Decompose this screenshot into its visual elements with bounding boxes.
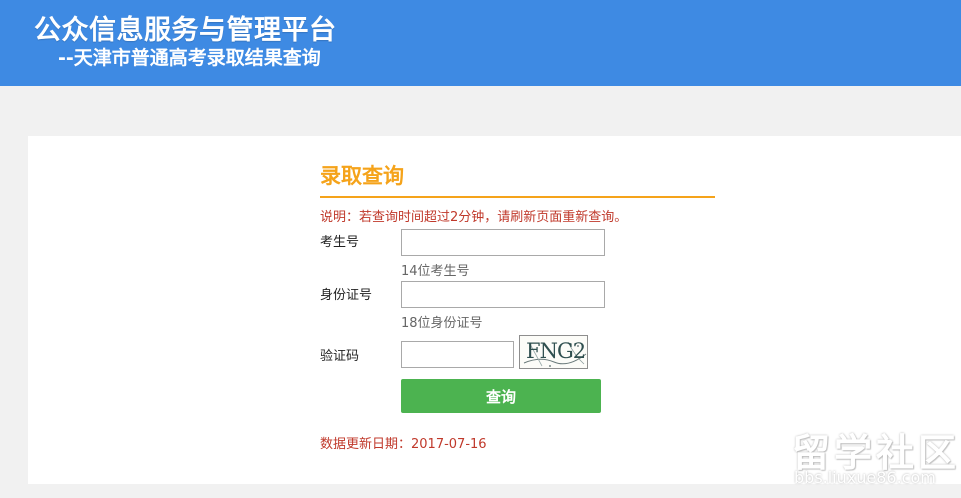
captcha-text: FNG2: [526, 339, 586, 363]
watermark-url: bbs.liuxue86.com: [794, 468, 936, 487]
exam-number-hint: 14位考生号: [401, 264, 470, 279]
platform-subtitle: --天津市普通高考录取结果查询: [58, 47, 321, 69]
id-number-hint: 18位身份证号: [401, 316, 483, 331]
title-divider: [320, 196, 715, 198]
query-note: 说明：若查询时间超过2分钟，请刷新页面重新查询。: [320, 210, 628, 225]
exam-number-label: 考生号: [320, 235, 360, 250]
platform-title: 公众信息服务与管理平台: [34, 15, 337, 46]
data-update-date: 数据更新日期：2017-07-16: [320, 437, 487, 452]
captcha-input[interactable]: [401, 341, 514, 368]
captcha-label: 验证码: [320, 349, 360, 364]
form-title: 录取查询: [320, 164, 404, 188]
exam-number-input[interactable]: [401, 229, 605, 256]
page-header: 公众信息服务与管理平台 --天津市普通高考录取结果查询: [0, 0, 961, 86]
id-number-label: 身份证号: [320, 288, 373, 303]
captcha-image[interactable]: FNG2: [519, 335, 588, 369]
watermark-logo: 留学社区 bbs.liuxue86.com: [792, 422, 956, 490]
query-button[interactable]: 查询: [401, 379, 601, 413]
id-number-input[interactable]: [401, 281, 605, 308]
